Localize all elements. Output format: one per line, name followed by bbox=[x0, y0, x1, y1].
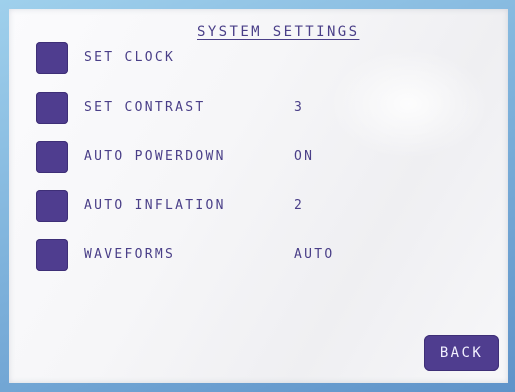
auto-powerdown-value: ON bbox=[294, 149, 315, 164]
waveforms-button[interactable] bbox=[36, 239, 68, 271]
auto-inflation-label: AUTO INFLATION bbox=[84, 198, 226, 213]
auto-inflation-button[interactable] bbox=[36, 190, 68, 222]
setting-row-auto-powerdown: AUTO POWERDOWN ON bbox=[36, 141, 366, 175]
setting-row-waveforms: WAVEFORMS AUTO bbox=[36, 239, 366, 273]
waveforms-label: WAVEFORMS bbox=[84, 247, 176, 262]
set-contrast-value: 3 bbox=[294, 100, 305, 115]
auto-inflation-value: 2 bbox=[294, 198, 305, 213]
setting-row-set-contrast: SET CONTRAST 3 bbox=[36, 92, 366, 126]
back-button[interactable]: BACK bbox=[424, 335, 499, 371]
set-clock-label: SET CLOCK bbox=[84, 50, 176, 65]
set-contrast-label: SET CONTRAST bbox=[84, 100, 206, 115]
setting-row-set-clock: SET CLOCK bbox=[36, 42, 366, 76]
waveforms-value: AUTO bbox=[294, 247, 335, 262]
set-clock-button[interactable] bbox=[36, 42, 68, 74]
page-title: SYSTEM SETTINGS bbox=[197, 24, 360, 40]
set-contrast-button[interactable] bbox=[36, 92, 68, 124]
auto-powerdown-button[interactable] bbox=[36, 141, 68, 173]
auto-powerdown-label: AUTO POWERDOWN bbox=[84, 149, 226, 164]
setting-row-auto-inflation: AUTO INFLATION 2 bbox=[36, 190, 366, 224]
